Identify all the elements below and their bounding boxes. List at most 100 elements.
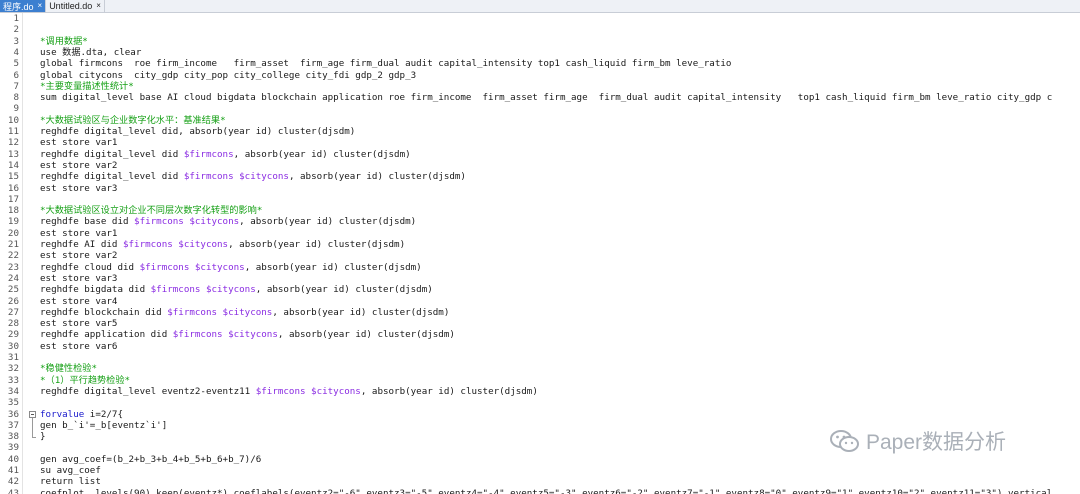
code-token: reghdfe digital_level eventz2-eventz11 <box>40 385 256 397</box>
code-line[interactable]: 36 forvalue i=2/7{ <box>0 409 1080 420</box>
code-line[interactable]: 19 reghdfe base did $firmcons $citycons, … <box>0 216 1080 227</box>
line-number: 42 <box>7 476 19 488</box>
code-token: , absorb(year id) cluster(djsdm) <box>239 216 417 228</box>
code-line[interactable]: 33 *（1）平行趋势检验* <box>0 375 1080 386</box>
code-token: est store var4 <box>40 295 118 307</box>
code-token: , absorb(year id) cluster(djsdm) <box>277 329 455 341</box>
fold-end-marker <box>32 437 36 439</box>
code-line[interactable]: 32 *稳健性检验* <box>0 363 1080 374</box>
code-text: reghdfe blockchain did $firmcons $cityco… <box>40 307 449 318</box>
code-token: use 数据.dta, clear <box>40 46 142 58</box>
code-line[interactable]: 1 <box>0 13 1080 24</box>
code-token: , absorb(year id) cluster(djsdm) <box>228 239 406 250</box>
code-text: gen b_`i'=_b[eventz`i'] <box>40 420 167 431</box>
line-number: 7 <box>13 80 19 92</box>
code-line[interactable]: 10 *大数据试验区与企业数字化水平：基准结果* <box>0 115 1080 126</box>
code-text: *主要变量描述性统计* <box>40 81 134 92</box>
code-text: reghdfe digital_level eventz2-eventz11 $… <box>40 386 538 397</box>
code-token: est store var2 <box>40 159 118 171</box>
code-line[interactable]: 42 return list <box>0 476 1080 487</box>
line-number: 13 <box>7 148 19 160</box>
code-line[interactable]: 26 est store var4 <box>0 296 1080 307</box>
tab-label: 程序.do <box>3 1 34 12</box>
code-token: su avg_coef <box>40 465 101 476</box>
code-token: est store var1 <box>40 137 118 149</box>
code-line[interactable]: 7 *主要变量描述性统计* <box>0 81 1080 92</box>
code-line[interactable]: 28 est store var5 <box>0 318 1080 329</box>
macro-token: $firmcons <box>183 148 234 160</box>
code-token: reghdfe blockchain did <box>40 306 168 318</box>
code-line[interactable]: 35 <box>0 397 1080 408</box>
line-number: 25 <box>7 284 19 296</box>
code-text: use 数据.dta, clear <box>40 47 141 58</box>
line-number: 30 <box>7 340 19 352</box>
code-token: i=2/7{ <box>84 408 123 420</box>
code-line[interactable]: 24 est store var3 <box>0 273 1080 284</box>
code-line[interactable]: 34 reghdfe digital_level eventz2-eventz11… <box>0 386 1080 397</box>
code-line[interactable]: 17 <box>0 194 1080 205</box>
tab-bar: 程序.do × Untitled.do × <box>0 0 1080 13</box>
code-line[interactable]: 43 coefplot, levels(90) keep(eventz*) coe… <box>0 488 1080 494</box>
code-token: est store var3 <box>40 272 118 284</box>
wechat-icon <box>830 430 859 452</box>
code-token: reghdfe application did <box>40 329 173 341</box>
line-number: 17 <box>7 193 19 205</box>
code-text: } <box>40 431 46 442</box>
code-line[interactable]: 9 <box>0 103 1080 114</box>
code-line[interactable]: 20 est store var1 <box>0 228 1080 239</box>
code-editor[interactable]: 1 2 3 *调用数据* 4 use 数据.dta, clear 5 global firmc… <box>0 13 1080 494</box>
code-line[interactable]: 18 *大数据试验区设立对企业不同层次数字化转型的影响* <box>0 205 1080 216</box>
line-number: 3 <box>13 35 19 47</box>
code-line[interactable]: 30 est store var6 <box>0 341 1080 352</box>
line-number: 38 <box>7 431 19 443</box>
code-line[interactable]: 12 est store var1 <box>0 137 1080 148</box>
code-line[interactable]: 2 <box>0 24 1080 35</box>
code-line[interactable]: 23 reghdfe cloud did $firmcons $citycons,… <box>0 262 1080 273</box>
code-text: global firmcons roe firm_income firm_ass… <box>40 58 731 69</box>
code-line[interactable]: 31 <box>0 352 1080 363</box>
macro-token: $firmcons $citycons <box>183 171 289 183</box>
code-line[interactable]: 25 reghdfe bigdata did $firmcons $citycon… <box>0 284 1080 295</box>
comment-token: *大数据试验区设立对企业不同层次数字化转型的影响* <box>40 205 263 217</box>
code-line[interactable]: 22 est store var2 <box>0 250 1080 261</box>
fold-toggle-icon[interactable] <box>29 410 36 418</box>
code-line[interactable]: 16 est store var3 <box>0 183 1080 194</box>
code-text: est store var3 <box>40 273 117 284</box>
line-number: 40 <box>7 453 19 465</box>
fold-guide <box>32 417 33 438</box>
code-line[interactable]: 14 est store var2 <box>0 160 1080 171</box>
code-text: reghdfe base did $firmcons $citycons, ab… <box>40 216 416 227</box>
code-line[interactable]: 41 su avg_coef <box>0 465 1080 476</box>
code-line[interactable]: 29 reghdfe application did $firmcons $cit… <box>0 329 1080 340</box>
macro-token: $firmcons $citycons <box>139 261 245 273</box>
close-icon[interactable]: × <box>38 2 43 10</box>
tab-1[interactable]: 程序.do × <box>0 0 47 12</box>
code-line[interactable]: 27 reghdfe blockchain did $firmcons $city… <box>0 307 1080 318</box>
code-text: *大数据试验区与企业数字化水平：基准结果* <box>40 115 226 126</box>
code-line[interactable]: 5 global firmcons roe firm_income firm_as… <box>0 58 1080 69</box>
code-line[interactable]: 8 sum digital_level base AI cloud bigdata… <box>0 92 1080 103</box>
code-token: reghdfe digital_level did <box>40 148 184 160</box>
line-number: 28 <box>7 318 19 330</box>
tab-2[interactable]: Untitled.do × <box>46 0 105 12</box>
line-number: 14 <box>7 159 19 171</box>
code-line[interactable]: 4 use 数据.dta, clear <box>0 47 1080 58</box>
line-number: 24 <box>7 272 19 284</box>
code-line[interactable]: 15 reghdfe digital_level did $firmcons $c… <box>0 171 1080 182</box>
code-line[interactable]: 6 global citycons city_gdp city_pop city_… <box>0 70 1080 81</box>
close-icon[interactable]: × <box>96 2 101 10</box>
line-number: 35 <box>7 397 19 409</box>
code-token: , absorb(year id) cluster(djsdm) <box>272 306 450 318</box>
code-line[interactable]: 13 reghdfe digital_level did $firmcons, a… <box>0 149 1080 160</box>
code-line[interactable]: 21 reghdfe AI did $firmcons $citycons, ab… <box>0 239 1080 250</box>
code-text: su avg_coef <box>40 465 101 476</box>
code-text: coefplot, levels(90) keep(eventz*) coefl… <box>40 488 1052 494</box>
code-line[interactable]: 11 reghdfe digital_level did, absorb(year… <box>0 126 1080 137</box>
code-token: est store var5 <box>40 318 118 330</box>
code-text: reghdfe AI did $firmcons $citycons, abso… <box>40 239 405 250</box>
code-token: , absorb(year id) cluster(djsdm) <box>255 284 433 296</box>
code-line[interactable]: 3 *调用数据* <box>0 36 1080 47</box>
line-number: 2 <box>13 24 19 36</box>
code-token: reghdfe digital_level did, absorb(year i… <box>40 126 356 137</box>
comment-token: *调用数据* <box>40 35 88 47</box>
